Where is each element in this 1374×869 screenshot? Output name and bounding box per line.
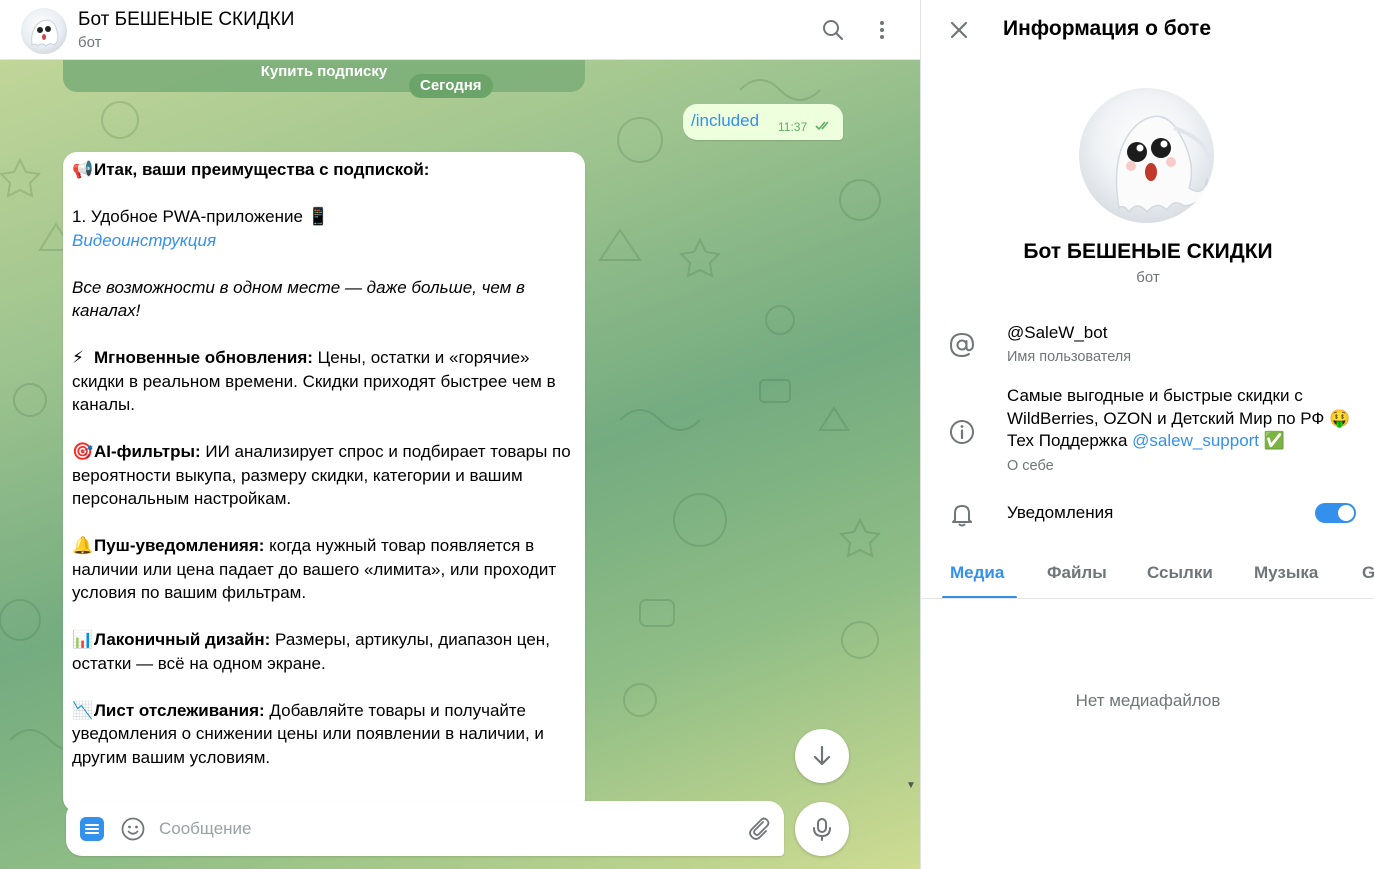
close-icon xyxy=(950,21,968,39)
about-support-label: Тех Поддержка xyxy=(1007,431,1133,450)
bar-chart-icon: 📊 xyxy=(72,630,94,649)
item1-description: Все возможности в одном месте — даже бол… xyxy=(72,277,525,321)
arrow-down-icon xyxy=(813,745,831,766)
feature5-title: Лист отслеживания: xyxy=(94,700,265,720)
phone-icon: 📱 xyxy=(307,207,329,226)
outgoing-message-text[interactable]: /included xyxy=(691,111,759,131)
scrollbar-caret-icon[interactable]: ▼ xyxy=(906,780,916,791)
about-label: О себе xyxy=(1007,458,1054,474)
telegram-window: Бот БЕШЕНЫЕ СКИДКИ бот Купить подписку С… xyxy=(0,0,1374,869)
money-face-icon: 🤑 xyxy=(1329,408,1351,428)
emoji-icon[interactable] xyxy=(120,816,146,842)
tab-media[interactable]: Медиа xyxy=(950,563,1004,583)
feature3-title: Пуш-уведомленияя: xyxy=(94,536,265,555)
bot-profile-photo[interactable] xyxy=(1079,88,1214,223)
bell-icon: 🔔 xyxy=(72,536,94,555)
message-input[interactable] xyxy=(159,815,739,843)
voice-record-button[interactable] xyxy=(795,802,849,856)
username-value[interactable]: @SaleW_bot xyxy=(1007,322,1107,345)
feature1-title: Мгновенные обновления: xyxy=(94,348,313,367)
message-heading: Итак, ваши преимущества с подпиской: xyxy=(94,160,430,179)
search-icon xyxy=(823,20,844,41)
search-button[interactable] xyxy=(819,16,847,44)
tab-music[interactable]: Музыка xyxy=(1254,563,1318,583)
tab-links[interactable]: Ссылки xyxy=(1147,563,1213,583)
date-separator: Сегодня xyxy=(409,74,493,98)
message-time: 11:37 xyxy=(778,120,808,134)
bell-icon xyxy=(947,499,977,529)
microphone-icon xyxy=(813,818,831,841)
megaphone-icon: 📢 xyxy=(72,160,94,179)
notifications-toggle[interactable] xyxy=(1315,503,1356,523)
more-vertical-icon xyxy=(880,21,884,39)
feature2-title: AI-фильтры: xyxy=(94,442,201,461)
tab-gifs[interactable]: G xyxy=(1362,563,1374,583)
username-label: Имя пользователя xyxy=(1007,349,1132,365)
ghost-icon xyxy=(31,19,59,47)
chat-header: Бот БЕШЕНЫЕ СКИДКИ бот xyxy=(0,0,920,60)
close-panel-button[interactable] xyxy=(945,16,973,44)
chat-pane: Бот БЕШЕНЫЕ СКИДКИ бот Купить подписку С… xyxy=(0,0,920,869)
lightning-icon: ⚡ xyxy=(72,348,84,367)
scroll-to-bottom-button[interactable] xyxy=(795,729,849,783)
video-instruction-link[interactable]: Видеоинструкция xyxy=(72,231,216,250)
chat-subtitle: бот xyxy=(78,34,102,51)
support-link[interactable]: @salew_support xyxy=(1132,431,1259,450)
more-menu-button[interactable] xyxy=(868,16,896,44)
message-composer xyxy=(66,801,784,856)
chat-title[interactable]: Бот БЕШЕНЫЕ СКИДКИ xyxy=(78,9,294,31)
info-icon xyxy=(947,417,977,447)
read-double-check-icon xyxy=(815,121,829,131)
menu-icon xyxy=(85,824,99,834)
buy-subscription-button[interactable]: Купить подписку xyxy=(63,63,585,80)
bot-info-panel: Информация о боте Бот БЕШЕНЫЕ СКИДКИ бот… xyxy=(920,0,1374,869)
about-description: Самые выгодные и быстрые скидки с WildBe… xyxy=(1007,386,1325,428)
item1-title: 1. Удобное PWA-приложение xyxy=(72,207,303,226)
about-text[interactable]: Самые выгодные и быстрые скидки с WildBe… xyxy=(1007,385,1357,453)
bot-type: бот xyxy=(1136,269,1160,286)
check-mark-icon: ✅ xyxy=(1263,431,1285,450)
tab-files[interactable]: Файлы xyxy=(1047,563,1107,583)
empty-media-message: Нет медиафайлов xyxy=(1075,691,1221,710)
bot-menu-button[interactable] xyxy=(80,817,104,841)
bot-name: Бот БЕШЕНЫЕ СКИДКИ xyxy=(1023,240,1273,263)
active-tab-indicator xyxy=(942,596,1017,598)
paperclip-icon[interactable] xyxy=(745,814,773,842)
chart-down-icon: 📉 xyxy=(72,700,94,720)
panel-title: Информация о боте xyxy=(1003,17,1212,40)
ghost-icon xyxy=(1115,115,1211,214)
outgoing-message[interactable]: /included 11:37 xyxy=(683,104,843,140)
target-icon: 🎯 xyxy=(72,442,94,461)
incoming-message-body: 📢Итак, ваши преимущества с подпиской: 1.… xyxy=(72,158,578,769)
incoming-message[interactable]: 📢Итак, ваши преимущества с подпиской: 1.… xyxy=(63,152,585,812)
feature4-title: Лаконичный дизайн: xyxy=(94,630,271,649)
shared-media-tabs: Медиа Файлы Ссылки Музыка G xyxy=(921,553,1374,599)
at-sign-icon xyxy=(947,330,977,360)
notifications-label: Уведомления xyxy=(1007,503,1114,522)
bot-avatar[interactable] xyxy=(21,8,67,54)
